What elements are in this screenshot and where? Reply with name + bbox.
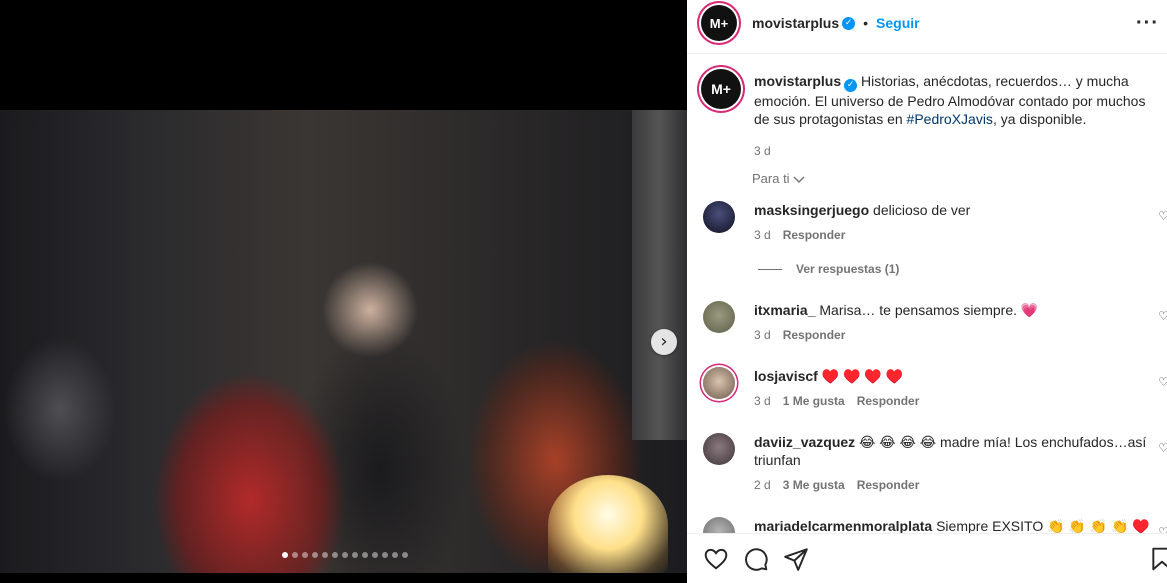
view-replies-label: Ver respuestas (1) bbox=[796, 262, 900, 276]
carousel-dot bbox=[372, 552, 378, 558]
share-icon[interactable] bbox=[783, 546, 809, 572]
comment-username[interactable]: masksingerjuego bbox=[754, 202, 869, 218]
carousel-dot bbox=[312, 552, 318, 558]
caption-avatar[interactable]: M+ bbox=[701, 69, 741, 109]
comment-meta: 2 d 3 Me gusta Responder bbox=[754, 478, 919, 492]
carousel-dot bbox=[392, 552, 398, 558]
caption-end: , ya disponible. bbox=[992, 111, 1087, 127]
photo-pole bbox=[632, 110, 687, 440]
like-comment-icon[interactable]: ♡ bbox=[1158, 375, 1167, 389]
comment-avatar[interactable] bbox=[703, 433, 735, 465]
comment-body: itxmaria_ Marisa… te pensamos siempre. 💗 bbox=[754, 301, 1152, 319]
post-panel: M+ movistarplus ✓ • Seguir ··· M+ movist… bbox=[687, 0, 1167, 583]
carousel-dot bbox=[342, 552, 348, 558]
comment-body: mariadelcarmenmoralplata Siempre EXSITO … bbox=[754, 517, 1152, 533]
post-media: › bbox=[0, 0, 687, 583]
caption-text: movistarplus ✓ Historias, anécdotas, recu… bbox=[754, 72, 1156, 128]
like-icon[interactable] bbox=[703, 546, 729, 572]
comment-avatar[interactable] bbox=[703, 201, 735, 233]
reply-button[interactable]: Responder bbox=[857, 394, 920, 408]
carousel-dot bbox=[292, 552, 298, 558]
post-header: M+ movistarplus ✓ • Seguir ··· bbox=[687, 0, 1167, 54]
account-username[interactable]: movistarplus bbox=[752, 15, 839, 31]
comment-time: 3 d bbox=[754, 328, 771, 342]
sort-dropdown[interactable]: Para ti bbox=[752, 171, 805, 186]
comment-text: Marisa… te pensamos siempre. 💗 bbox=[819, 302, 1039, 318]
replies-line bbox=[758, 268, 782, 270]
save-icon[interactable] bbox=[1149, 546, 1167, 572]
comment-meta: 3 d Responder bbox=[754, 228, 845, 242]
carousel-dot bbox=[322, 552, 328, 558]
comment-likes[interactable]: 1 Me gusta bbox=[783, 394, 845, 408]
header-name-row: movistarplus ✓ • Seguir bbox=[752, 15, 920, 31]
like-comment-icon[interactable]: ♡ bbox=[1158, 441, 1167, 455]
separator-dot: • bbox=[863, 15, 869, 31]
caption-username[interactable]: movistarplus bbox=[754, 73, 841, 89]
carousel-dot bbox=[352, 552, 358, 558]
like-comment-icon[interactable]: ♡ bbox=[1158, 309, 1167, 323]
carousel-dot bbox=[362, 552, 368, 558]
carousel-dot bbox=[332, 552, 338, 558]
verified-icon: ✓ bbox=[842, 16, 856, 30]
carousel-next-button[interactable]: › bbox=[651, 329, 677, 355]
chevron-down-icon bbox=[793, 171, 805, 186]
comment-text: ♥️ ♥️ ♥️ ♥️ bbox=[821, 368, 904, 384]
comment-username[interactable]: losjaviscf bbox=[754, 368, 818, 384]
caption-time: 3 d bbox=[754, 144, 771, 158]
carousel-dot bbox=[382, 552, 388, 558]
comment-icon[interactable] bbox=[743, 546, 769, 572]
post-photo bbox=[0, 110, 687, 573]
comment-meta: 3 d Responder bbox=[754, 328, 845, 342]
more-options-icon[interactable]: ··· bbox=[1136, 12, 1159, 35]
like-comment-icon[interactable]: ♡ bbox=[1158, 525, 1167, 533]
account-avatar[interactable]: M+ bbox=[701, 5, 737, 41]
hashtag-link[interactable]: #PedroXJavis bbox=[907, 111, 993, 127]
photo-lamp bbox=[548, 475, 668, 573]
comment-text: delicioso de ver bbox=[873, 202, 971, 218]
comment-time: 2 d bbox=[754, 478, 771, 492]
comment-likes[interactable]: 3 Me gusta bbox=[783, 478, 845, 492]
comment-avatar[interactable] bbox=[703, 517, 735, 533]
comments-section[interactable]: M+ movistarplus ✓ Historias, anécdotas, r… bbox=[687, 55, 1167, 533]
carousel-dots bbox=[282, 552, 408, 558]
verified-icon: ✓ bbox=[844, 79, 858, 92]
comment-username[interactable]: mariadelcarmenmoralplata bbox=[754, 518, 932, 533]
view-replies[interactable]: Ver respuestas (1) bbox=[758, 262, 899, 276]
comment-time: 3 d bbox=[754, 228, 771, 242]
comment-username[interactable]: itxmaria_ bbox=[754, 302, 815, 318]
follow-button[interactable]: Seguir bbox=[876, 15, 920, 31]
carousel-dot bbox=[402, 552, 408, 558]
post-actions bbox=[687, 533, 1167, 583]
comment-text: Siempre EXSITO 👏 👏 👏 👏 ♥️ bbox=[936, 518, 1150, 533]
comment-meta: 3 d 1 Me gusta Responder bbox=[754, 394, 919, 408]
comment-avatar[interactable] bbox=[703, 301, 735, 333]
reply-button[interactable]: Responder bbox=[783, 228, 846, 242]
like-comment-icon[interactable]: ♡ bbox=[1158, 209, 1167, 223]
comment-body: losjaviscf ♥️ ♥️ ♥️ ♥️ bbox=[754, 367, 1152, 385]
reply-button[interactable]: Responder bbox=[857, 478, 920, 492]
carousel-dot bbox=[282, 552, 288, 558]
comment-body: masksingerjuego delicioso de ver bbox=[754, 201, 1152, 219]
comment-time: 3 d bbox=[754, 394, 771, 408]
comment-body: daviiz_vazquez 😂 😂 😂 😂 madre mía! Los en… bbox=[754, 433, 1152, 469]
comment-username[interactable]: daviiz_vazquez bbox=[754, 434, 855, 450]
comment-avatar[interactable] bbox=[703, 367, 735, 399]
reply-button[interactable]: Responder bbox=[783, 328, 846, 342]
carousel-dot bbox=[302, 552, 308, 558]
sort-label: Para ti bbox=[752, 171, 790, 186]
